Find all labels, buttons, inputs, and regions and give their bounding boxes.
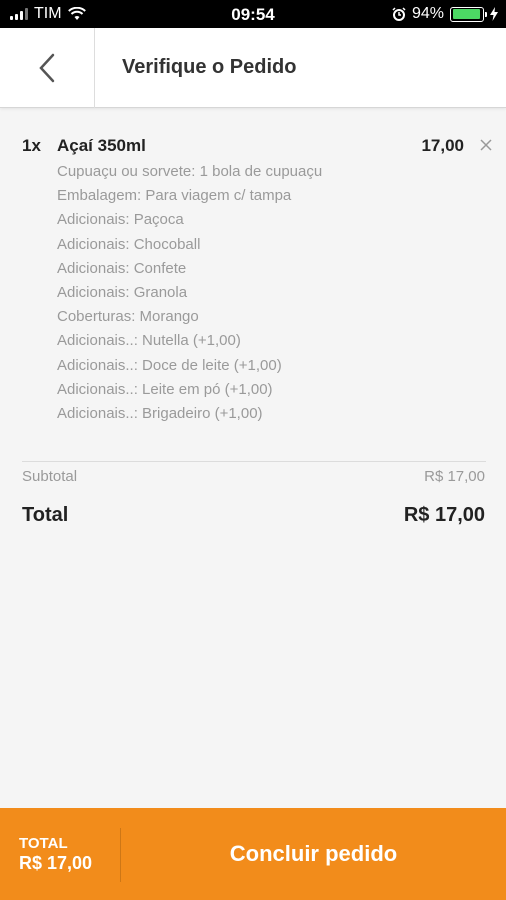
total-label: Total: [22, 504, 69, 526]
item-option: Adicionais..: Doce de leite (+1,00): [57, 356, 282, 374]
item-options: Cupuaçu ou sorvete: 1 bola de cupuaçu Em…: [57, 162, 322, 428]
item-option: Adicionais: Granola: [57, 283, 188, 301]
alarm-icon: [392, 7, 406, 21]
checkout-bar: TOTAL R$ 17,00 Concluir pedido: [0, 808, 506, 900]
item-option: Coberturas: Morango: [57, 308, 199, 326]
back-button[interactable]: [0, 28, 95, 108]
footer-total-label: TOTAL: [19, 835, 68, 852]
item-option: Embalagem: Para viagem c/ tampa: [57, 187, 292, 205]
item-option: Adicionais..: Leite em pó (+1,00): [57, 380, 273, 398]
item-option: Cupuaçu ou sorvete: 1 bola de cupuaçu: [57, 163, 323, 180]
item-quantity: 1x: [22, 136, 41, 155]
item-option: Adicionais: Confete: [57, 259, 187, 277]
page-title: Verifique o Pedido: [122, 56, 297, 78]
page-header: Verifique o Pedido: [0, 28, 506, 108]
total-value: R$ 17,00: [403, 504, 485, 526]
item-option: Adicionais: Chocoball: [57, 235, 201, 253]
subtotal-label: Subtotal: [22, 468, 78, 485]
charging-icon: [490, 7, 498, 21]
divider: [22, 461, 486, 462]
battery-percent: 94%: [411, 5, 444, 22]
close-icon: [480, 139, 492, 151]
status-bar: TIM 09:54 94%: [0, 0, 506, 28]
item-option: Adicionais..: Brigadeiro (+1,00): [57, 404, 263, 422]
checkout-button[interactable]: Concluir pedido: [121, 808, 506, 900]
chevron-left-icon: [39, 53, 55, 83]
remove-item-button[interactable]: [480, 136, 492, 154]
item-price: 17,00: [421, 136, 464, 155]
battery-icon: [450, 6, 487, 22]
item-option: Adicionais..: Nutella (+1,00): [57, 332, 241, 350]
item-option: Adicionais: Paçoca: [57, 211, 184, 229]
item-name: Açaí 350ml: [57, 136, 146, 155]
footer-total-value: R$ 17,00: [19, 853, 93, 873]
subtotal-value: R$ 17,00: [424, 468, 485, 485]
footer-total: TOTAL R$ 17,00: [19, 835, 92, 874]
order-item: 1x Açaí 350ml 17,00: [22, 136, 492, 160]
